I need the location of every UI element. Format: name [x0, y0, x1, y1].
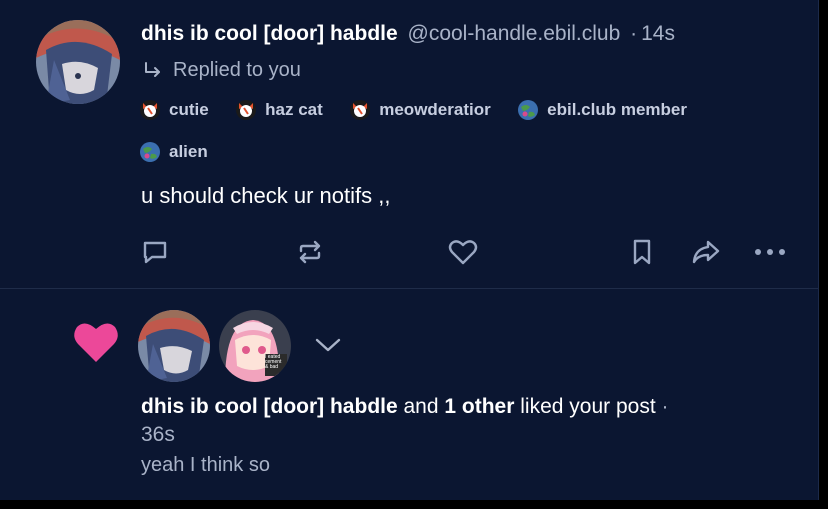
author-handle[interactable]: @cool-handle.ebil.club — [408, 22, 621, 45]
repost-button[interactable] — [294, 236, 326, 268]
separator-dot: · — [661, 395, 669, 418]
badge-label: alien — [169, 142, 208, 161]
post-text: u should check ur notifs ,, — [141, 183, 391, 208]
bookmark-button[interactable] — [626, 236, 658, 268]
reply-button[interactable] — [139, 236, 171, 268]
badge-globe-icon — [140, 142, 160, 162]
comment-icon — [143, 241, 167, 264]
badge-cat-icon — [140, 100, 160, 120]
badge-label: meowderatior — [379, 100, 491, 119]
share-icon — [692, 240, 720, 264]
expand-likers-button[interactable] — [311, 330, 345, 360]
badge-ebil-club-member[interactable]: ebil.club member — [517, 98, 687, 122]
badge-label: haz cat — [265, 100, 323, 119]
liked-post-excerpt[interactable]: yeah I think so — [141, 454, 270, 477]
badge-haz-cat[interactable]: haz cat — [235, 98, 323, 122]
badge-alien[interactable]: alien — [139, 140, 208, 164]
author-avatar[interactable] — [36, 20, 120, 104]
author-badges: cutie haz cat meowderatior ebil.club mem… — [139, 98, 779, 122]
action-text: liked your post — [520, 395, 656, 418]
liker-avatar[interactable] — [138, 310, 210, 382]
more-options-button[interactable] — [754, 236, 786, 268]
author-display-name[interactable]: dhis ib cool [door] habdle — [141, 22, 398, 45]
divider — [0, 288, 818, 289]
bookmark-icon — [633, 239, 651, 265]
heart-filled-icon — [74, 323, 118, 362]
badge-globe-icon — [518, 100, 539, 120]
separator-dot: · — [630, 22, 638, 45]
notification-timestamp: 36s — [141, 423, 175, 446]
more-icon — [755, 249, 785, 255]
other-likers-count[interactable]: 1 other — [444, 395, 514, 418]
badge-label: cutie — [169, 100, 209, 119]
post-header: dhis ib cool [door] habdle @cool-handle.… — [141, 22, 675, 46]
reply-label: Replied to you — [173, 59, 301, 81]
post-timestamp[interactable]: 14s — [641, 22, 675, 45]
badge-cutie[interactable]: cutie — [139, 98, 209, 122]
share-button[interactable] — [690, 236, 722, 268]
chevron-down-icon — [315, 338, 341, 352]
like-button[interactable] — [447, 236, 479, 268]
badge-cat-icon — [236, 100, 257, 120]
author-badges-row2: alien — [139, 140, 779, 164]
notifications-feed: dhis ib cool [door] habdle @cool-handle.… — [0, 0, 819, 500]
badge-cat-icon — [350, 100, 371, 120]
badge-label: ebil.club member — [547, 100, 687, 119]
liker-name[interactable]: dhis ib cool [door] habdle — [141, 395, 398, 418]
avatar-sticker-text: I eated cement & bad — [265, 354, 282, 370]
heart-outline-icon — [448, 240, 478, 265]
post-actions — [0, 232, 818, 272]
repost-icon — [299, 240, 321, 264]
liker-avatar[interactable]: I eated cement & bad — [219, 310, 291, 382]
reply-arrow-icon — [145, 61, 160, 77]
reply-indicator[interactable]: Replied to you — [141, 59, 301, 82]
and-text: and — [403, 395, 439, 418]
notification-text: dhis ib cool [door] habdle and 1 other l… — [141, 393, 781, 449]
badge-meowderatior[interactable]: meowderatior — [349, 98, 491, 122]
